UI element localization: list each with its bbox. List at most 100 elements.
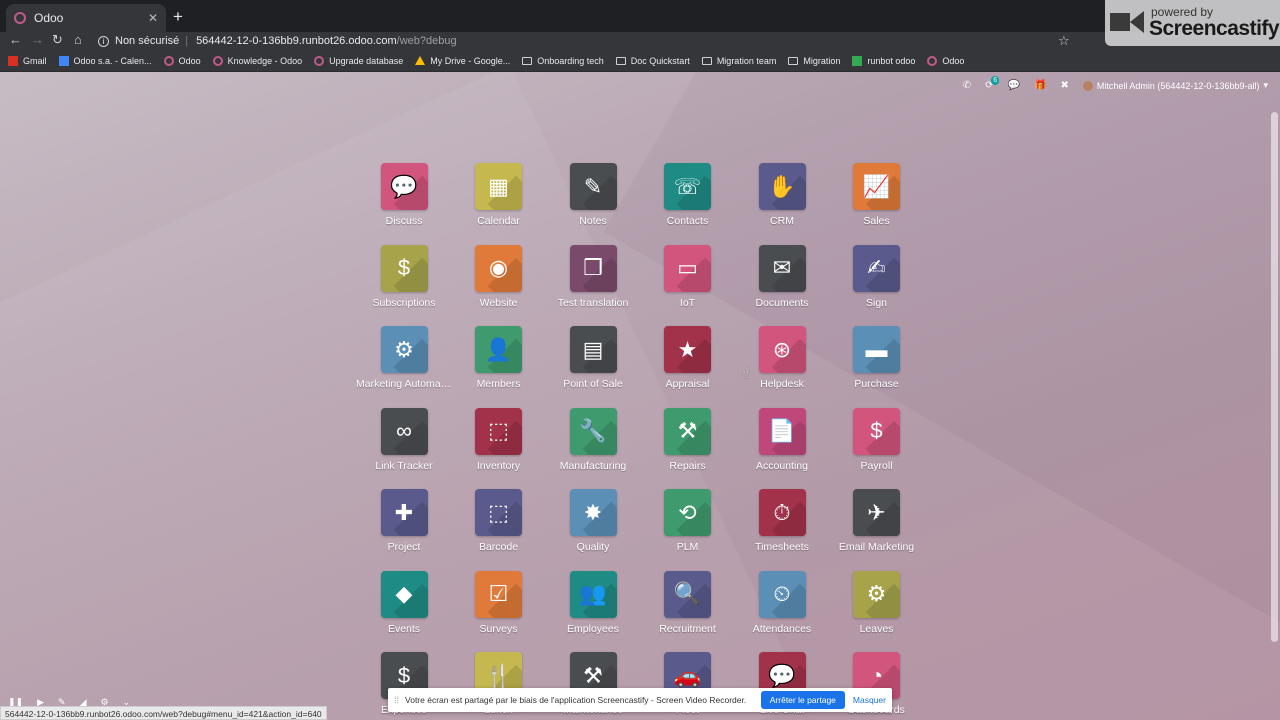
user-name: Mitchell Admin (564442-12-0-136bb9-all) [1096,80,1260,91]
app-tile[interactable]: ◆ Events [356,570,452,643]
bookmark-item[interactable]: Odoo s.a. - Calen... [58,55,152,66]
bookmark-item[interactable]: Upgrade database [314,55,403,66]
app-tile[interactable]: ◉ Website [451,244,547,317]
app-tile[interactable]: ✋ CRM [734,163,830,235]
app-tile[interactable]: ⏲ Attendances [734,570,830,643]
app-glyph-icon: 📄 [768,418,796,443]
app-tile[interactable]: ∞ Link Tracker [356,407,452,480]
app-label: Link Tracker [375,459,433,472]
url-host: 564442-12-0-136bb9.runbot26.odoo.com [196,35,397,47]
url-path: /web?debug [396,35,457,47]
phone-icon[interactable]: ✆ [963,80,971,91]
app-tile[interactable]: 🔍 Recruitment [640,570,736,643]
bookmark-star-icon[interactable]: ☆ [1058,33,1070,49]
bookmark-folder-icon [788,56,799,65]
drag-handle-icon[interactable]: ⁞⁞ [394,695,399,705]
app-tile[interactable]: ⬚ Barcode [451,489,547,561]
activity-icon[interactable]: ⟳ 6 [985,76,1000,91]
address-separator: | [185,35,189,47]
app-tile[interactable]: ★ Appraisal [640,326,736,398]
bookmark-item[interactable]: Gmail [8,55,47,66]
gift-icon[interactable]: 🎁 [1034,80,1046,91]
bookmark-item[interactable]: Odoo [927,55,964,66]
bookmark-label: Knowledge - Odoo [227,55,303,66]
bookmark-circ-icon [314,55,325,66]
back-arrow-icon[interactable]: ← [9,32,22,48]
screencastify-watermark: powered by Screencastify [1105,0,1280,46]
activity-count-badge: 6 [991,76,1000,85]
app-glyph-icon: ☑ [488,581,509,606]
app-tile[interactable]: ☏ Contacts [640,163,736,235]
bookmark-item[interactable]: Migration [788,56,840,66]
app-tile[interactable]: 👤 Members [451,326,547,398]
app-tile[interactable]: 💬 Discuss [356,163,452,235]
app-tile[interactable]: ✍ Sign [829,244,925,317]
app-tile[interactable]: ✸ Quality [545,489,641,561]
forward-arrow-icon[interactable]: → [31,32,44,48]
app-tile[interactable]: ❒ Test translation [545,244,641,317]
bookmark-item[interactable]: Migration team [701,55,777,66]
reload-icon[interactable]: ↻ [52,32,63,48]
info-icon[interactable]: i [98,35,109,47]
bookmark-label: Migration team [716,55,777,66]
app-label: Timesheets [755,541,809,553]
app-tile[interactable]: ⏱ Timesheets [734,489,830,561]
bookmark-item[interactable]: runbot odoo [852,55,915,66]
app-tile[interactable]: 👥 Employees [545,570,641,643]
app-icon: 👤 [475,326,522,373]
app-tile[interactable]: ⚒ Repairs [640,407,736,480]
bookmark-item[interactable]: Doc Quickstart [615,56,690,66]
app-glyph-icon: ∞ [396,418,412,443]
app-tile[interactable]: ☑ Surveys [451,570,547,643]
app-tile[interactable]: ⬚ Inventory [451,407,547,480]
user-menu[interactable]: Mitchell Admin (564442-12-0-136bb9-all) … [1082,80,1268,91]
mouse-cursor-icon: ☝ [742,365,751,381]
app-tile[interactable]: 📄 Accounting [734,407,830,480]
bookmark-item[interactable]: Odoo [163,55,201,66]
stop-sharing-button[interactable]: Arrêter le partage [760,691,845,709]
app-label: Inventory [476,459,521,472]
app-glyph-icon: ⚒ [677,418,698,443]
app-tile[interactable]: 🔧 Manufacturing [545,407,641,480]
app-tile[interactable]: ✈ Email Marketing [829,489,925,561]
page-scrollbar[interactable] [1271,112,1278,642]
app-tile[interactable]: ▬ Purchase [829,326,925,398]
app-tile[interactable]: ✉ Documents [734,244,830,317]
app-glyph-icon: $ [397,255,411,280]
app-tile[interactable]: ▦ Calendar [451,163,547,235]
tab-close-icon[interactable]: ✕ [148,11,158,25]
app-tile[interactable]: ▭ IoT [640,244,736,317]
debug-close-icon[interactable]: ✖ [1060,80,1068,91]
app-icon: ⚙ [380,326,428,373]
app-glyph-icon: ▬ [865,336,888,362]
new-tab-button[interactable]: + [173,7,183,27]
app-icon: ✋ [758,163,806,210]
app-icon: ☏ [664,163,711,210]
app-icon: ⟲ [664,489,711,536]
app-tile[interactable]: ⊛ Helpdesk [734,326,830,398]
browser-tab[interactable]: Odoo ✕ [6,4,166,32]
app-tile[interactable]: ⚙ Marketing Automat... [356,326,452,398]
bookmark-item[interactable]: Onboarding tech [522,56,604,66]
app-label: Purchase [854,378,899,390]
bookmark-label: Gmail [23,55,47,66]
app-tile[interactable]: ▤ Point of Sale [545,326,641,398]
app-tile[interactable]: ⟲ PLM [640,489,736,561]
app-glyph-icon: ▤ [582,336,604,362]
hide-button[interactable]: Masquer [853,695,886,705]
chat-icon[interactable]: 💬 [1008,80,1020,91]
status-url: 564442-12-0-136bb9.runbot26.odoo.com/web… [0,706,327,720]
app-tile[interactable]: 📈 Sales [829,163,925,235]
app-tile[interactable]: $ Subscriptions [356,244,452,317]
address-bar[interactable]: i Non sécurisé | 564442-12-0-136bb9.runb… [98,33,1098,49]
bookmark-label: Odoo s.a. - Calen... [73,55,152,66]
app-tile[interactable]: $ Payroll [829,407,925,480]
app-tile[interactable]: ✚ Project [356,489,452,561]
app-glyph-icon: ◆ [395,581,413,606]
bookmark-item[interactable]: My Drive - Google... [415,56,510,66]
app-tile[interactable]: ⚙ Leaves [829,570,925,643]
app-tile[interactable]: ✎ Notes [545,163,641,235]
home-icon[interactable]: ⌂ [74,32,82,48]
bookmark-item[interactable]: Knowledge - Odoo [212,55,303,66]
bookmark-drive-icon [415,56,426,65]
